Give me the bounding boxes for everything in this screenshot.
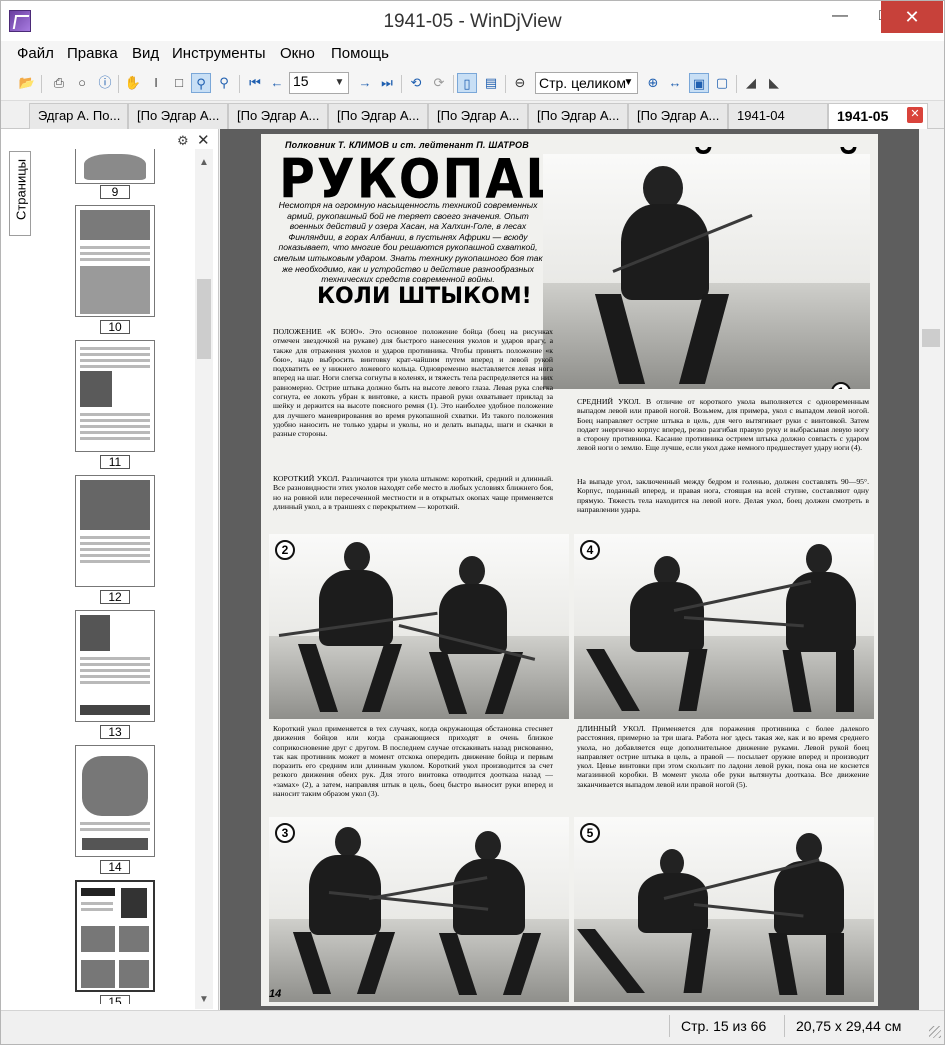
close-button[interactable]: ✕ <box>881 1 943 33</box>
menu-view[interactable]: Вид <box>132 45 159 62</box>
article-text: Короткий укол применяется в тех случаях,… <box>273 724 553 799</box>
close-tab-icon[interactable]: ✕ <box>907 107 923 123</box>
page-thumbnail-label: 15 <box>100 995 130 1004</box>
photo-number: 2 <box>275 540 295 560</box>
back-icon[interactable]: ⟲ <box>406 73 426 93</box>
article-subheading: КОЛИ ШТЫКОМ! <box>317 284 532 309</box>
tab-bar: ◀ Эдгар А. По... [По Эдгар А... [По Эдга… <box>1 101 944 218</box>
photo-number: 5 <box>580 823 600 843</box>
single-page-icon[interactable]: ▯ <box>457 73 477 93</box>
tab-document[interactable]: [По Эдгар А... <box>628 103 728 129</box>
first-page-icon[interactable]: ⏮ <box>245 73 265 93</box>
thumbnail-list: 9 10 11 12 13 14 15 <box>37 149 219 1004</box>
menu-bar: Файл Правка Вид Инструменты Окно Помощь <box>1 41 944 67</box>
photo-short-thrust-strike: 3 <box>269 817 569 1002</box>
gear-icon[interactable]: ⚙ <box>177 133 189 149</box>
next-page-icon[interactable]: → <box>355 73 375 93</box>
document-view[interactable]: Полковник Т. КЛИМОВ и ст. лейтенант П. Ш… <box>220 129 919 1010</box>
minimize-button[interactable]: — <box>819 1 861 33</box>
page-thumbnail-label: 12 <box>100 590 130 604</box>
previous-page-icon[interactable]: ← <box>267 73 287 93</box>
sidebar-tab-pages[interactable]: Страницы <box>9 151 31 236</box>
zoom-in-icon[interactable]: ⊕ <box>643 73 663 93</box>
menu-help[interactable]: Помощь <box>331 45 389 62</box>
status-page-size: 20,75 x 29,44 см <box>796 1018 902 1034</box>
photo-number: 3 <box>275 823 295 843</box>
open-folder-icon[interactable]: 📂 <box>17 73 37 93</box>
menu-tools[interactable]: Инструменты <box>172 45 266 62</box>
tab-document[interactable]: [По Эдгар А... <box>428 103 528 129</box>
page-thumbnail-current[interactable] <box>75 880 155 992</box>
tab-document[interactable]: Эдгар А. По... <box>29 103 128 129</box>
tab-document[interactable]: [По Эдгар А... <box>128 103 228 129</box>
page-thumbnail-label: 11 <box>100 455 130 469</box>
page-thumbnail[interactable] <box>75 745 155 857</box>
binoculars-icon[interactable]: ○ <box>72 73 92 93</box>
page-thumbnail[interactable] <box>75 475 155 587</box>
article-text: СРЕДНИЙ УКОЛ. В отличие от короткого уко… <box>577 397 869 453</box>
zoom-in-tool-icon[interactable]: ⚲ <box>191 73 211 93</box>
tab-document[interactable]: [По Эдгар А... <box>528 103 628 129</box>
page-thumbnail[interactable] <box>75 205 155 317</box>
article-text: ДЛИННЫЙ УКОЛ. Применяется для поражения … <box>577 724 869 789</box>
page-thumbnail[interactable] <box>75 340 155 452</box>
photo-medium-thrust: 4 <box>574 534 874 719</box>
menu-window[interactable]: Окно <box>280 45 315 62</box>
close-icon[interactable]: ✕ <box>197 131 210 149</box>
actual-size-icon[interactable]: ▢ <box>712 73 732 93</box>
page-thumbnail-label: 14 <box>100 860 130 874</box>
tab-document[interactable]: 1941-04 <box>728 103 828 129</box>
article-text: КОРОТКИЙ УКОЛ. Различаются три укола шты… <box>273 474 553 511</box>
zoom-out-tool-icon[interactable]: ⚲ <box>214 73 234 93</box>
photo-short-thrust-backswing: 2 <box>269 534 569 719</box>
status-page: Стр. 15 из 66 <box>681 1018 767 1034</box>
fit-page-icon[interactable]: ▣ <box>689 73 709 93</box>
status-bar: Стр. 15 из 66 20,75 x 29,44 см <box>1 1010 944 1040</box>
menu-edit[interactable]: Правка <box>67 45 118 62</box>
page-thumbnail-label: 10 <box>100 320 130 334</box>
forward-icon[interactable]: ⟳ <box>429 73 449 93</box>
chevron-down-icon[interactable]: ▼ <box>621 73 636 93</box>
scrollbar-thumb[interactable] <box>922 329 940 347</box>
rotate-right-icon[interactable]: ◣ <box>764 73 784 93</box>
article-text: ПОЛОЖЕНИЕ «К БОЮ». Это основное положени… <box>273 327 553 439</box>
scrollbar-thumb[interactable] <box>197 279 211 359</box>
sidebar-scrollbar[interactable]: ▲ ▼ <box>195 149 213 1009</box>
tab-document[interactable]: [По Эдгар А... <box>328 103 428 129</box>
tab-document[interactable]: [По Эдгар А... <box>228 103 328 129</box>
page-thumbnail[interactable] <box>75 149 155 184</box>
text-select-icon[interactable]: I <box>146 73 166 93</box>
zoom-out-icon[interactable]: ⊖ <box>510 73 530 93</box>
menu-file[interactable]: Файл <box>17 45 54 62</box>
photo-long-thrust: 5 <box>574 817 874 1002</box>
toolbar: 📂 ⎙ ○ ⓘ ✋ I □ ⚲ ⚲ ⏮ ← 15 ▼ → ⏭ ⟲ ⟳ ▯ ▤ ⊖… <box>1 67 944 101</box>
scroll-up-icon[interactable]: ▲ <box>199 157 209 168</box>
rotate-left-icon[interactable]: ◢ <box>741 73 761 93</box>
article-intro: Несмотря на огромную насыщенность техник… <box>273 200 543 285</box>
window-title: 1941-05 - WinDjView <box>383 11 562 32</box>
page-thumbnail-label: 9 <box>100 185 130 199</box>
page-thumbnail-label: 13 <box>100 725 130 739</box>
app-window: 1941-05 - WinDjView — □ ✕ Файл Правка Ви… <box>0 0 945 1045</box>
print-icon[interactable]: ⎙ <box>49 73 69 93</box>
chevron-down-icon[interactable]: ▼ <box>331 73 348 93</box>
hand-tool-icon[interactable]: ✋ <box>123 73 143 93</box>
scroll-down-icon[interactable]: ▼ <box>199 994 209 1005</box>
rect-select-icon[interactable]: □ <box>169 73 189 93</box>
printed-page-number: 14 <box>269 988 282 1000</box>
photo-soldier-on-guard: 1 <box>543 154 870 389</box>
page-thumbnail[interactable] <box>75 610 155 722</box>
fit-width-icon[interactable]: ↔ <box>665 73 685 93</box>
title-bar[interactable]: 1941-05 - WinDjView — □ ✕ <box>1 1 944 41</box>
info-icon[interactable]: ⓘ <box>95 73 115 93</box>
document-scrollbar[interactable] <box>919 129 944 1010</box>
book-view-icon[interactable]: ▤ <box>481 73 501 93</box>
article-text: На выпаде угол, заключенный между бедром… <box>577 477 869 514</box>
photo-number: 4 <box>580 540 600 560</box>
resize-grip[interactable] <box>929 1026 941 1038</box>
last-page-icon[interactable]: ⏭ <box>377 73 397 93</box>
document-page: Полковник Т. КЛИМОВ и ст. лейтенант П. Ш… <box>261 134 878 1006</box>
